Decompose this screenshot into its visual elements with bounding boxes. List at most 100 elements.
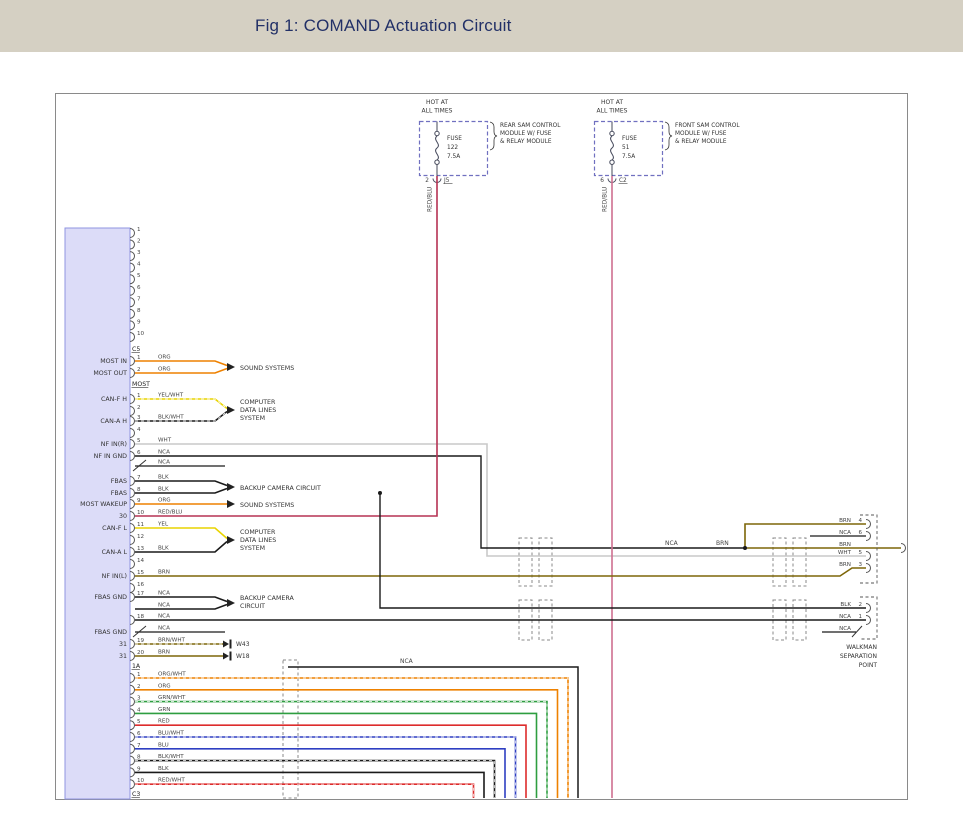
pin-number: 7 (137, 475, 141, 481)
wire-org-wht-stripe (135, 678, 568, 798)
junction-dot (743, 546, 747, 550)
wire-color-label: YEL (157, 522, 169, 528)
brace-icon (490, 122, 497, 150)
connector-label: C2 (619, 178, 627, 184)
pin-terminal-icon (130, 263, 135, 272)
pin-terminal-icon (130, 697, 135, 706)
pin-number: 1 (858, 614, 862, 620)
pin-terminal-icon (130, 560, 135, 569)
wire-blu (135, 749, 505, 798)
signal-label: NF IN(R) (101, 441, 127, 448)
fuse-module-front: HOT AT ALL TIMES FUSE 51 7.5A FRONT SAM … (595, 99, 741, 212)
wire-yel-wht (135, 399, 227, 409)
wire-color-label: WHT (838, 550, 852, 556)
pin-terminal-icon (130, 768, 135, 777)
fuse-amps: 7.5A (622, 154, 635, 160)
wire-color-label: BRN (839, 562, 851, 568)
pin-number: 20 (137, 650, 145, 656)
pin-terminal-icon (130, 417, 135, 426)
module-label: FRONT SAM CONTROL (675, 123, 740, 129)
pin-terminal-icon (866, 520, 871, 529)
destination-label: COMPUTER (240, 529, 276, 536)
fuse-element-icon (611, 136, 614, 160)
module-label: & RELAY MODULE (675, 139, 727, 145)
wire-color-label: BRN (158, 650, 170, 656)
module-label: MODULE W/ FUSE (500, 131, 552, 137)
arrow-icon (227, 483, 235, 491)
signal-label: CAN-F L (102, 525, 127, 532)
pin-terminal-icon (130, 616, 135, 625)
wire-color-label: ORG/WHT (158, 672, 186, 678)
separation-point-label: POINT (859, 662, 878, 669)
wire-red-wht-stripe (135, 784, 474, 798)
pin-terminal-icon (130, 709, 135, 718)
wire-grn (135, 713, 537, 798)
pin-terminal-icon (130, 512, 135, 521)
signal-label: CAN-F H (101, 396, 127, 403)
hot-at-label: HOT AT (601, 99, 623, 106)
pin-number: 13 (137, 546, 145, 552)
destination-label: BACKUP CAMERA CIRCUIT (240, 485, 321, 492)
pin-number: 2 (137, 684, 141, 690)
pin-number: 2 (137, 239, 141, 245)
pin-terminal-icon (130, 440, 135, 449)
pin-terminal-icon (130, 652, 135, 661)
wire-nca (135, 605, 227, 610)
pin-number: 2 (425, 178, 429, 184)
signal-label: MOST OUT (93, 370, 127, 377)
pin-number: 6 (137, 450, 141, 456)
wire-nca (135, 456, 745, 548)
pin-terminal-icon (901, 544, 906, 553)
pin-terminal-icon (130, 240, 135, 249)
wire-blk (135, 481, 227, 486)
wire-color-label: NCA (158, 603, 170, 609)
wire-blk-wht-stripe (135, 761, 495, 798)
separation-bracket (860, 597, 877, 639)
wire-color-label: BLU/WHT (158, 731, 184, 737)
wire-blu-wht (135, 737, 516, 798)
destination-label: CIRCUIT (240, 603, 265, 610)
fuse-number: 51 (622, 145, 630, 151)
pin-number: 3 (137, 250, 141, 256)
signal-label: MOST IN (100, 358, 127, 365)
module-label: & RELAY MODULE (500, 139, 552, 145)
pin-terminal-icon (866, 616, 871, 625)
fuse-terminal-icon (610, 131, 614, 135)
arrow-icon (227, 363, 235, 371)
wire-color-label: NCA (158, 626, 170, 632)
pin-number: 7 (137, 296, 141, 302)
separation-bracket (860, 515, 877, 583)
fuse-terminal-icon (435, 131, 439, 135)
signal-label: NF IN(L) (102, 573, 127, 580)
wire-blk (380, 493, 866, 608)
wire-color-label: NCA (158, 460, 170, 466)
pin-number: 8 (137, 308, 141, 314)
arrow-icon (227, 599, 235, 607)
destination-label: DATA LINES (240, 407, 276, 414)
wire-red-blu (135, 176, 437, 516)
wire-color-label: BRN (716, 540, 729, 547)
pin-number: 5 (137, 273, 141, 279)
pin-terminal-icon (866, 564, 871, 573)
pin-terminal-icon (130, 321, 135, 330)
wire-yel-wht-stripe (135, 399, 227, 409)
pin-terminal-icon (130, 229, 135, 238)
module-label: MODULE W/ FUSE (675, 131, 727, 137)
wire-color-label: BRN (158, 570, 170, 576)
wire-color-label: NCA (839, 614, 851, 620)
signal-label: CAN-A L (102, 549, 128, 556)
pin-number: 15 (137, 570, 145, 576)
pin-terminal-icon (130, 524, 135, 533)
signal-label: 31 (119, 641, 127, 648)
wire-color-label: BLK/WHT (158, 754, 184, 760)
wire-color-label: BRN (839, 542, 851, 548)
signal-label: FBAS GND (94, 629, 127, 636)
signal-label: MOST WAKEUP (80, 501, 127, 508)
wire-color-label: NCA (158, 614, 170, 620)
destination-label: BACKUP CAMERA (240, 595, 295, 602)
destination-label: DATA LINES (240, 537, 276, 544)
wire-color-label: RED/WHT (158, 778, 185, 784)
signal-label: 30 (119, 513, 127, 520)
fuse-element-icon (436, 136, 439, 160)
pin-terminal-icon (130, 395, 135, 404)
